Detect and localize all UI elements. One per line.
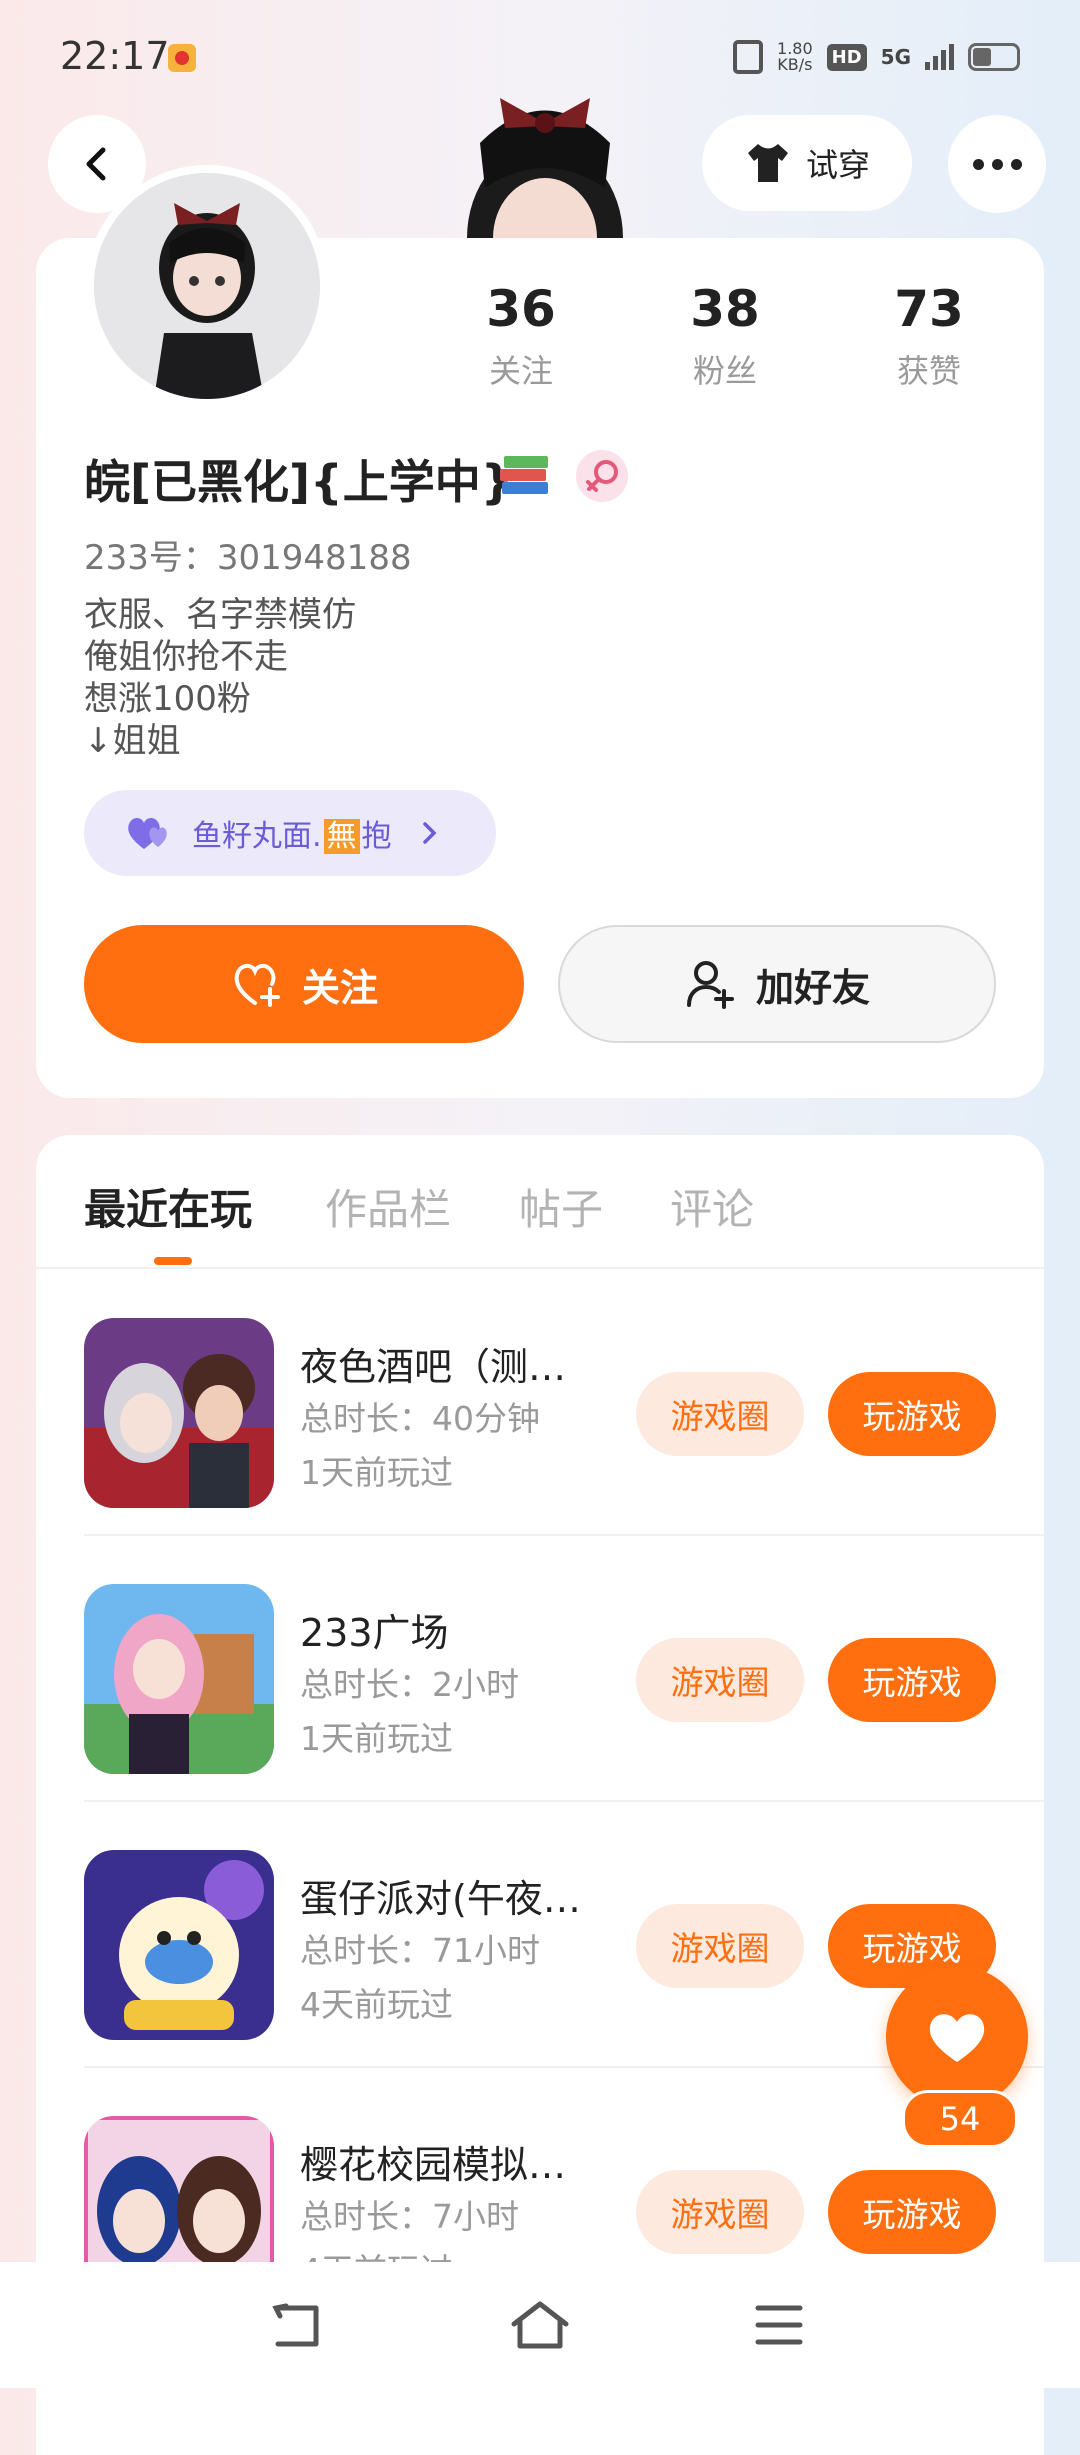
profile-name: 皖[已黑化]{上学中} (84, 455, 514, 509)
hd-icon: HD (826, 43, 867, 71)
tab-divider (36, 1267, 1044, 1269)
nav-home-icon[interactable] (510, 2300, 570, 2350)
game-duration: 总时长：7小时 (300, 2197, 519, 2236)
try-on-button[interactable]: 试穿 (702, 115, 912, 211)
game-circle-button[interactable]: 游戏圈 (636, 1638, 804, 1722)
signal-icon (925, 44, 954, 70)
game-title: 樱花校园模拟… (300, 2143, 567, 2187)
net-speed-unit: KB/s (777, 55, 813, 74)
game-icon-eggy-party (84, 1850, 274, 2040)
game-duration: 总时长：71小时 (300, 1931, 540, 1970)
like-count-badge: 54 (902, 2090, 1018, 2148)
stat-label: 粉丝 (692, 352, 757, 390)
user-id: 233号：301948188 (84, 538, 412, 578)
avatar[interactable] (86, 165, 328, 407)
weibo-icon (168, 44, 196, 72)
game-title: 蛋仔派对(午夜… (300, 1877, 581, 1921)
play-game-button[interactable]: 玩游戏 (828, 1638, 996, 1722)
add-user-icon (686, 961, 734, 1009)
fan-club-chip[interactable]: 鱼籽丸面. 無抱 (84, 790, 496, 876)
add-friend-button[interactable]: 加好友 (558, 925, 996, 1043)
stat-likes[interactable]: 73 获赞 (854, 280, 1004, 392)
more-dot-icon (991, 158, 1003, 170)
status-time: 22:17 (60, 34, 170, 78)
tab-comments[interactable]: 评论 (670, 1176, 754, 1237)
tab-posts[interactable]: 帖子 (519, 1176, 603, 1237)
add-friend-label: 加好友 (755, 965, 870, 1010)
network-type: 5G (880, 45, 911, 69)
follow-label: 关注 (301, 965, 378, 1010)
game-last-played: 1天前玩过 (300, 1453, 453, 1492)
game-row[interactable]: 233广场 总时长：2小时 1天前玩过 游戏圈 玩游戏 (84, 1536, 1044, 1802)
like-button[interactable] (886, 1966, 1028, 2108)
tshirt-icon (747, 144, 788, 182)
stat-followers[interactable]: 38 粉丝 (650, 280, 800, 392)
bio-line: 衣服、名字禁模仿 (84, 595, 356, 635)
net-speed: 1.80 KB/s (777, 41, 813, 73)
more-button[interactable] (948, 115, 1046, 213)
play-game-button[interactable]: 玩游戏 (828, 2170, 996, 2254)
stat-label: 关注 (488, 352, 553, 390)
try-on-label: 试穿 (805, 146, 870, 184)
game-title: 233广场 (300, 1611, 449, 1655)
game-title: 夜色酒吧（测… (300, 1345, 567, 1389)
battery-icon (968, 43, 1020, 71)
system-nav-bar (0, 2262, 1080, 2388)
game-icon-233-plaza (84, 1584, 274, 1774)
fan-club-name: 鱼籽丸面. 無抱 (192, 819, 392, 854)
tab-recent-played[interactable]: 最近在玩 (84, 1176, 252, 1237)
play-game-button[interactable]: 玩游戏 (828, 1372, 996, 1456)
status-icons: 1.80 KB/s HD 5G (733, 40, 1020, 74)
vibrate-icon (733, 40, 764, 74)
game-duration: 总时长：2小时 (300, 1665, 519, 1704)
stat-value: 36 (486, 280, 556, 338)
tab-indicator (154, 1257, 192, 1265)
game-row[interactable]: 夜色酒吧（测… 总时长：40分钟 1天前玩过 游戏圈 玩游戏 (84, 1270, 1044, 1536)
more-dot-icon (1010, 158, 1022, 170)
tab-works[interactable]: 作品栏 (325, 1176, 451, 1237)
stat-value: 38 (690, 280, 760, 338)
more-dot-icon (972, 158, 984, 170)
female-gender-icon (576, 450, 628, 502)
avatar-hero-image (467, 98, 623, 238)
heart-icon (929, 2014, 985, 2062)
avatar-image (94, 173, 320, 399)
stat-label: 获赞 (896, 352, 961, 390)
fan-club-badge: 無 (323, 819, 360, 854)
chevron-left-icon (86, 147, 106, 181)
follow-button[interactable]: 关注 (84, 925, 524, 1043)
stat-value: 73 (894, 280, 964, 338)
books-emoji-icon (500, 456, 548, 494)
bio-line: 想涨100粉 (84, 679, 251, 719)
game-circle-button[interactable]: 游戏圈 (636, 1904, 804, 1988)
game-last-played: 1天前玩过 (300, 1719, 453, 1758)
double-heart-icon (128, 817, 167, 849)
game-circle-button[interactable]: 游戏圈 (636, 2170, 804, 2254)
profile-bio: 衣服、名字禁模仿 俺姐你抢不走 想涨100粉 ↓姐姐 (84, 594, 356, 762)
bio-line: 俺姐你抢不走 (84, 637, 288, 677)
game-duration: 总时长：40分钟 (300, 1399, 540, 1438)
heart-plus-icon (234, 963, 280, 1007)
game-circle-button[interactable]: 游戏圈 (636, 1372, 804, 1456)
chevron-right-icon (422, 822, 437, 844)
nav-menu-icon[interactable] (754, 2302, 804, 2348)
bio-line: ↓姐姐 (84, 721, 181, 761)
stat-following[interactable]: 36 关注 (446, 280, 596, 392)
game-icon-night-bar (84, 1318, 274, 1508)
game-last-played: 4天前玩过 (300, 1985, 453, 2024)
nav-back-icon[interactable] (270, 2302, 326, 2350)
